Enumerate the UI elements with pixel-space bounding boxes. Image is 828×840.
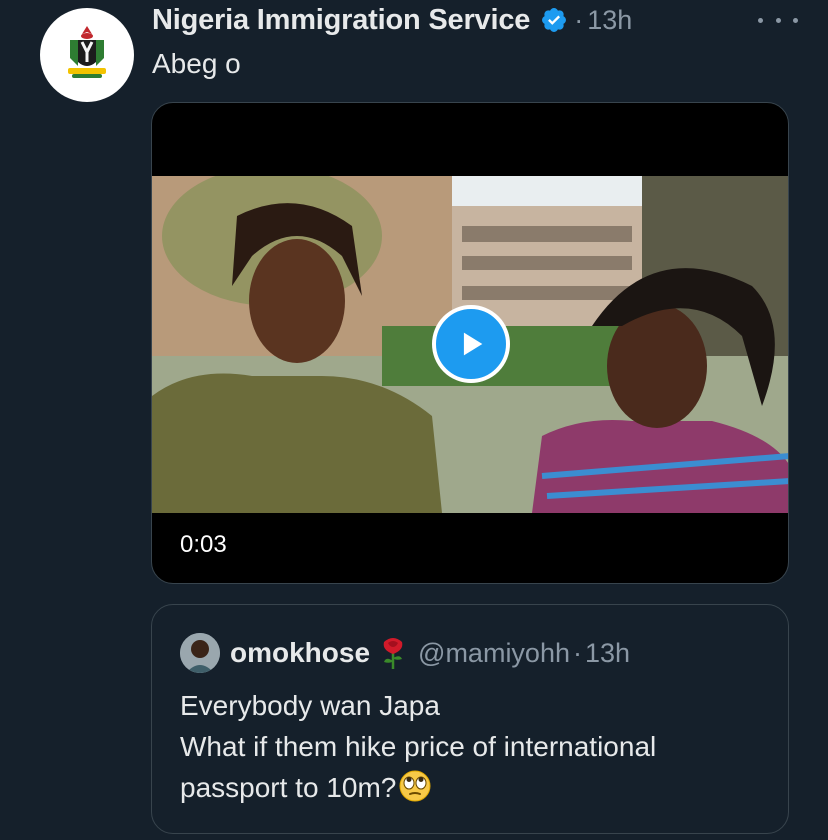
author-avatar[interactable] <box>40 8 134 102</box>
quoted-author-handle[interactable]: @mamiyohh <box>418 638 570 669</box>
more-dot <box>793 17 798 23</box>
quoted-text-line: Everybody wan Japa <box>180 690 440 721</box>
more-options-icon[interactable] <box>758 10 798 30</box>
quoted-text-line: passport to 10m? <box>180 772 397 803</box>
tweet-timestamp[interactable]: 13h <box>587 5 632 36</box>
quoted-tweet-header: omokhose @mamiyohh · 13h <box>180 633 630 673</box>
quoted-text-line: What if them hike price of international <box>180 731 657 762</box>
coat-of-arms-icon <box>68 26 106 78</box>
quoted-tweet-text: Everybody wan Japa What if them hike pri… <box>180 685 770 808</box>
author-name[interactable]: Nigeria Immigration Service <box>152 4 530 37</box>
tweet-header: Nigeria Immigration Service · 13h <box>152 2 632 38</box>
tweet-text: Abeg o <box>152 48 241 79</box>
quoted-text-last-line: passport to 10m? <box>180 767 770 808</box>
video-player[interactable]: 0:03 <box>151 102 789 584</box>
rolling-eyes-emoji-icon <box>399 770 431 802</box>
more-dot <box>775 17 781 23</box>
quoted-tweet-timestamp[interactable]: 13h <box>585 638 630 669</box>
quoted-header-separator: · <box>573 637 582 668</box>
rose-emoji-icon <box>383 638 403 669</box>
verified-badge-icon <box>542 8 567 32</box>
play-icon <box>463 332 483 356</box>
quoted-author-avatar[interactable] <box>180 633 220 673</box>
quoted-tweet[interactable]: omokhose @mamiyohh · 13h Everybody wan J… <box>151 604 789 834</box>
more-dot <box>758 17 763 23</box>
play-button[interactable] <box>432 305 510 383</box>
video-duration: 0:03 <box>180 531 227 558</box>
quoted-author-name[interactable]: omokhose <box>230 637 370 669</box>
quoted-avatar-image <box>180 633 220 673</box>
header-separator: · <box>574 4 584 35</box>
